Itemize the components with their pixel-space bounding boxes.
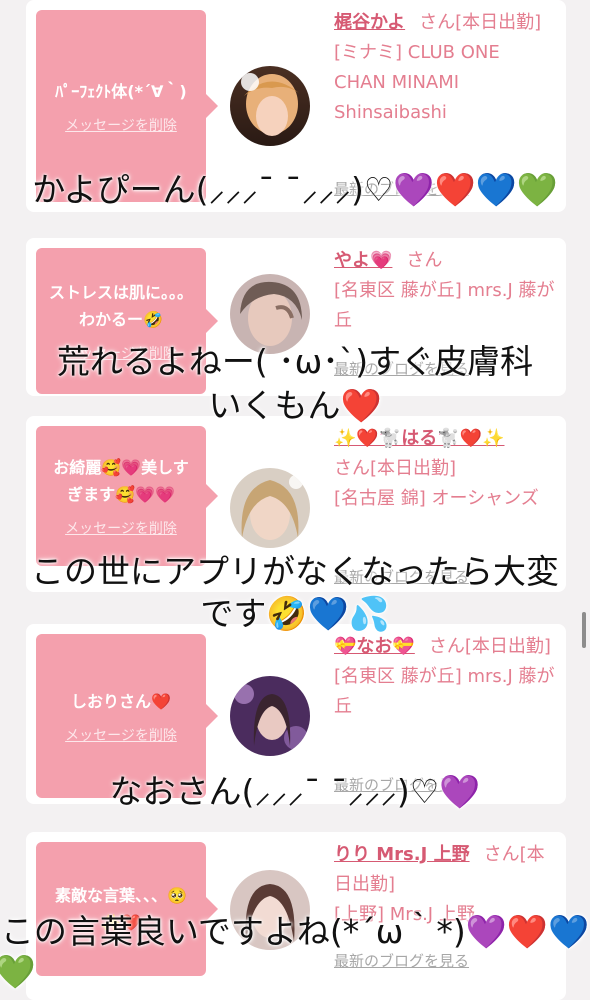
scrollbar[interactable] bbox=[582, 612, 586, 648]
profile-name-link[interactable]: りり Mrs.J 上野 bbox=[334, 844, 470, 865]
delete-message-link[interactable]: メッセージを削除 bbox=[65, 115, 177, 135]
profile-info: ✨❤️🐩はる🐩❤️✨ さん[本日出勤] [名古屋 錦] オーシャンズ bbox=[334, 424, 556, 514]
overlay-caption: 💚 bbox=[0, 952, 36, 991]
delete-message-link[interactable]: メッセージを削除 bbox=[65, 518, 177, 538]
san-status: さん[本日出勤] bbox=[334, 458, 457, 479]
avatar[interactable] bbox=[230, 66, 310, 146]
shop-info: [名東区 藤が丘] mrs.J 藤が丘 bbox=[334, 280, 555, 331]
overlay-caption: なおさん(⸝⸝⸝¯ ¯⸝⸝⸝)♡💜 bbox=[109, 772, 481, 811]
shop-info: [名古屋 錦] オーシャンズ bbox=[334, 488, 539, 509]
profile-info: 梶谷かよ さん[本日出勤] [ミナミ] CLUB ONE CHAN MINAMI … bbox=[334, 8, 556, 128]
message-bubble: お綺麗🥰💗美しすぎます🥰💗💗 メッセージを削除 bbox=[36, 426, 218, 566]
message-text: しおりさん❤️ bbox=[71, 691, 171, 711]
overlay-caption: です🤣💙💦 bbox=[200, 594, 390, 633]
profile-name-link[interactable]: 💝なお💝 bbox=[334, 636, 415, 657]
shop-info: [名東区 藤が丘] mrs.J 藤が丘 bbox=[334, 666, 555, 717]
message-text: お綺麗🥰💗美しすぎます🥰💗💗 bbox=[53, 458, 189, 504]
latest-blog-link[interactable]: 最新のブログを見る bbox=[334, 950, 469, 971]
san-status: さん[本日出勤] bbox=[419, 12, 542, 33]
overlay-caption: かよぴーん(⸝⸝⸝¯ ¯⸝⸝⸝)♡💜❤️💙💚 bbox=[32, 170, 558, 209]
shop-info: [ミナミ] CLUB ONE CHAN MINAMI Shinsaibashi bbox=[334, 42, 500, 123]
delete-message-link[interactable]: メッセージを削除 bbox=[65, 725, 177, 745]
avatar[interactable] bbox=[230, 468, 310, 548]
profile-name-link[interactable]: ✨❤️🐩はる🐩❤️✨ bbox=[334, 428, 504, 449]
message-text: ストレスは肌に。。。わかるー🤣 bbox=[48, 283, 193, 329]
profile-info: 💝なお💝 さん[本日出勤] [名東区 藤が丘] mrs.J 藤が丘 bbox=[334, 632, 556, 722]
overlay-caption: この世にアプリがなくなったら大変 bbox=[31, 552, 559, 591]
message-text: ﾊﾟｰﾌｪｸﾄ体(*´∀｀) bbox=[55, 81, 187, 101]
overlay-caption: いくもん❤️ bbox=[208, 386, 382, 425]
san-status: さん[本日出勤] bbox=[428, 636, 551, 657]
overlay-caption: この言葉良いですよね(*´ω｀*)💜❤️💙 bbox=[0, 912, 590, 951]
profile-info: やよ💗 さん [名東区 藤が丘] mrs.J 藤が丘 bbox=[334, 246, 556, 336]
profile-name-link[interactable]: 梶谷かよ bbox=[334, 12, 405, 33]
avatar[interactable] bbox=[230, 676, 310, 756]
overlay-caption: 荒れるよねー( ･ω･`)すぐ皮膚科 bbox=[56, 342, 534, 381]
profile-name-link[interactable]: やよ💗 bbox=[334, 250, 392, 271]
san-status: さん bbox=[406, 250, 443, 271]
